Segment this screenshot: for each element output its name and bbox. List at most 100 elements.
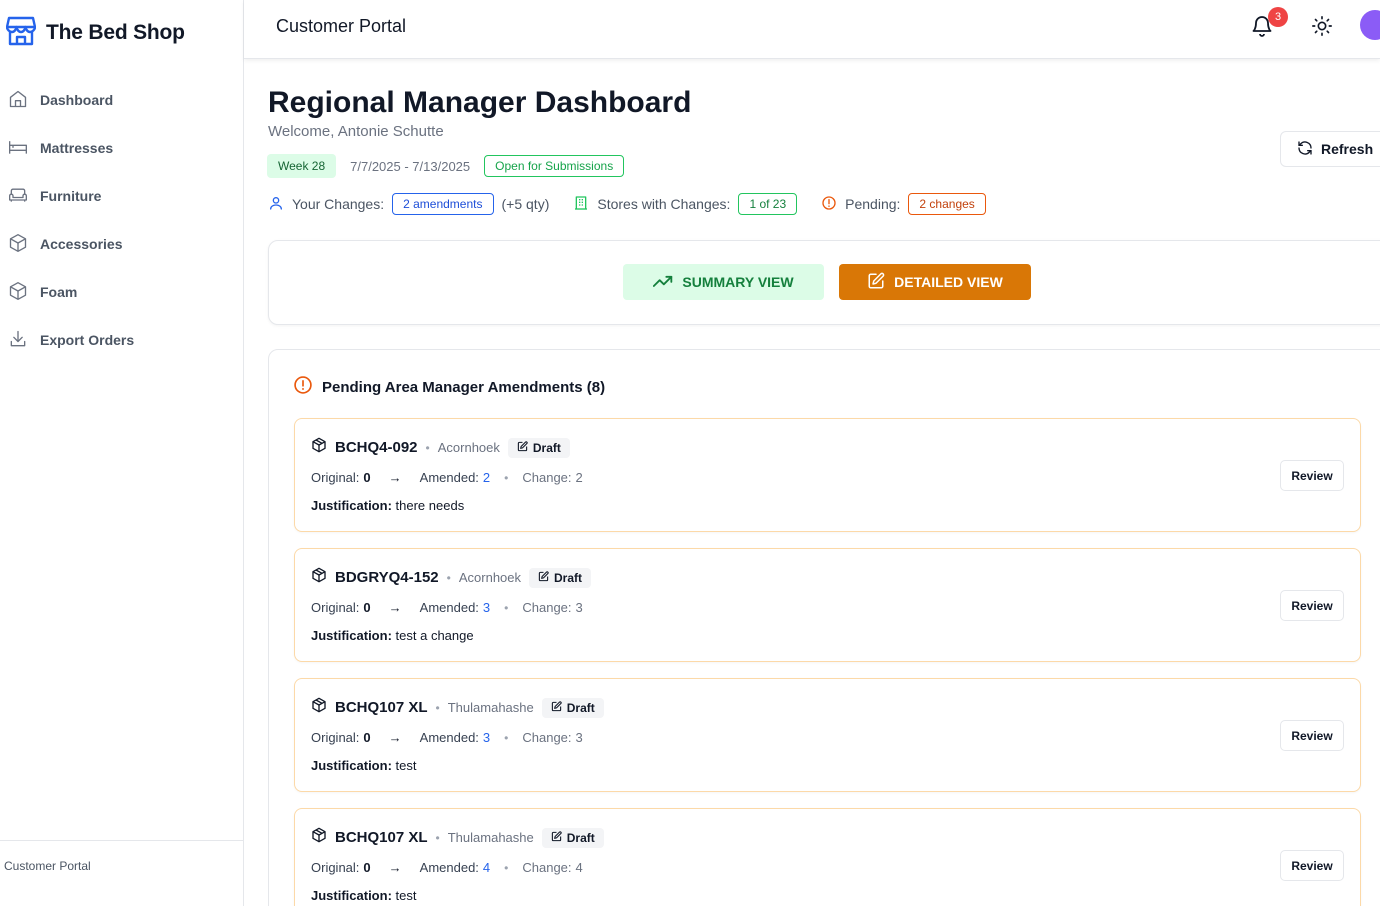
detailed-view-button[interactable]: DETAILED VIEW [839,264,1031,300]
week-meta: Week 28 7/7/2025 - 7/13/2025 Open for Su… [267,154,625,178]
refresh-label: Refresh [1321,141,1374,157]
package-icon [311,437,327,458]
user-icon [268,195,284,214]
justification-row: Justification: there needs [311,498,464,513]
change-value: 4 [575,860,583,875]
status-badge: Draft [507,437,570,458]
justification-row: Justification: test [311,758,417,773]
change-value: 3 [575,600,583,615]
amendment-heading: BCHQ4-092 • Acornhoek Draft [311,437,570,458]
review-button[interactable]: Review [1280,850,1344,881]
amended-label: Amended: [419,860,479,875]
separator: • [504,600,509,615]
pending-count-badge: 2 changes [908,193,986,215]
quantity-row: Original: 0 → Amended: 3 • Change: 3 [311,730,583,745]
sidebar-item-label: Export Orders [40,332,135,348]
status-label: Draft [566,830,595,845]
product-code: BDGRYQ4-152 [335,569,439,586]
product-code: BCHQ107 XL [335,829,428,846]
page-title: Regional Manager Dashboard [268,86,692,119]
justification-label: Justification: [311,888,392,903]
refresh-icon [1297,140,1313,159]
amendments-count-badge: 2 amendments [392,193,494,215]
amendment-card: BCHQ107 XL • Thulamahashe Draft Original… [294,808,1361,906]
edit-icon [551,830,562,845]
alert-circle-icon [293,375,313,399]
separator: • [446,570,451,585]
app-root: The Bed Shop Dashboard Mattresses Furnit… [0,0,1380,906]
justification-text: test [395,758,417,773]
sidebar-item-mattresses[interactable]: Mattresses [0,124,243,172]
sidebar-item-export-orders[interactable]: Export Orders [0,316,243,364]
amendment-heading: BCHQ107 XL • Thulamahashe Draft [311,827,604,848]
quantity-row: Original: 0 → Amended: 3 • Change: 3 [311,600,583,615]
brand-name: The Bed Shop [46,20,185,44]
status-badge: Draft [529,567,592,588]
sidebar: The Bed Shop Dashboard Mattresses Furnit… [0,0,244,906]
amendment-heading: BCHQ107 XL • Thulamahashe Draft [311,697,604,718]
bed-icon [8,137,28,160]
change-label: Change: [522,600,572,615]
submission-status-badge: Open for Submissions [484,155,625,177]
edit-icon [551,700,562,715]
sidebar-item-furniture[interactable]: Furniture [0,172,243,220]
amended-label: Amended: [419,730,479,745]
sun-icon [1311,16,1333,41]
sidebar-footer-text: Customer Portal [4,859,91,873]
edit-icon [867,272,885,293]
sidebar-item-dashboard[interactable]: Dashboard [0,76,243,124]
sidebar-item-accessories[interactable]: Accessories [0,220,243,268]
refresh-button[interactable]: Refresh [1280,131,1380,167]
stores-count-badge: 1 of 23 [738,193,798,215]
original-value: 0 [363,730,371,745]
review-button[interactable]: Review [1280,590,1344,621]
separator: • [504,470,509,485]
sofa-icon [8,185,28,208]
arrow-right-icon: → [388,600,402,615]
stat-stores-with-changes: Stores with Changes: 1 of 23 [573,193,798,215]
store-name: Thulamahashe [447,830,534,845]
package-icon [311,827,327,848]
store-name: Acornhoek [458,570,522,585]
arrow-right-icon: → [388,730,402,745]
review-button[interactable]: Review [1280,460,1344,491]
week-dates: 7/7/2025 - 7/13/2025 [350,158,471,174]
stat-label: Pending: [845,196,901,212]
sidebar-item-foam[interactable]: Foam [0,268,243,316]
separator: • [435,830,440,845]
justification-label: Justification: [311,498,392,513]
week-badge: Week 28 [267,154,337,178]
sidebar-nav: Dashboard Mattresses Furniture Accessori… [0,76,243,364]
theme-toggle-button[interactable] [1311,15,1333,42]
amendment-card: BDGRYQ4-152 • Acornhoek Draft Original: … [294,548,1361,662]
amended-label: Amended: [419,600,479,615]
brand[interactable]: The Bed Shop [5,14,185,51]
stat-your-changes: Your Changes: 2 amendments (+5 qty) [268,193,549,215]
notification-badge: 3 [1268,7,1288,27]
store-icon [5,14,37,51]
sidebar-item-label: Dashboard [40,92,114,108]
original-value: 0 [363,600,371,615]
pending-amendments-title: Pending Area Manager Amendments (8) [322,378,606,396]
quantity-row: Original: 0 → Amended: 4 • Change: 4 [311,860,583,875]
topbar-title: Customer Portal [276,16,407,36]
justification-text: there needs [395,498,465,513]
summary-view-button[interactable]: SUMMARY VIEW [623,264,824,300]
justification-text: test a change [395,628,474,643]
edit-icon [538,570,549,585]
review-button[interactable]: Review [1280,720,1344,751]
avatar[interactable] [1360,10,1380,40]
original-label: Original: [311,860,360,875]
status-badge: Draft [541,697,604,718]
sidebar-item-label: Furniture [40,188,102,204]
separator: • [504,860,509,875]
status-label: Draft [566,700,595,715]
change-label: Change: [522,730,572,745]
stat-label: Stores with Changes: [597,196,731,212]
justification-row: Justification: test a change [311,628,474,643]
change-value: 2 [575,470,583,485]
qty-delta: (+5 qty) [501,196,550,212]
product-code: BCHQ4-092 [335,439,418,456]
pending-amendments-header: Pending Area Manager Amendments (8) [293,375,605,399]
change-value: 3 [575,730,583,745]
